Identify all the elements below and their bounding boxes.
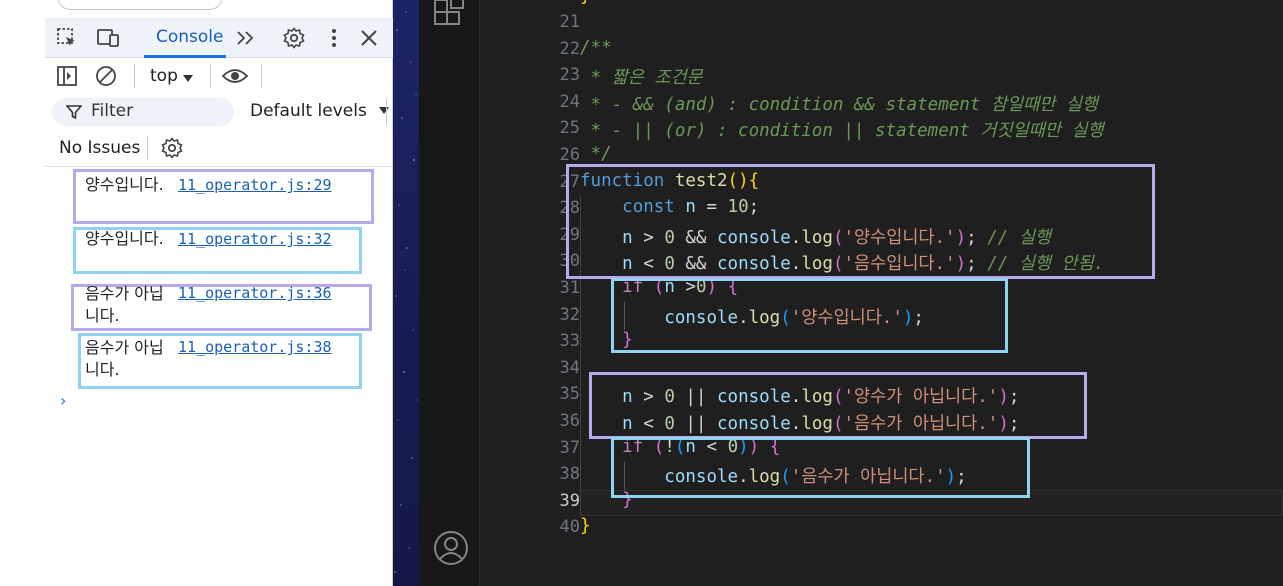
line-number: 37 bbox=[559, 438, 580, 458]
log-source-link[interactable]: 11_operator.js:38 bbox=[178, 338, 332, 356]
inspect-element-icon[interactable] bbox=[56, 27, 78, 49]
divider bbox=[134, 64, 135, 88]
line-number: 24 bbox=[559, 92, 580, 112]
log-source-link[interactable]: 11_operator.js:36 bbox=[178, 284, 332, 302]
code-line-comment[interactable]: /** bbox=[580, 38, 612, 58]
eye-icon[interactable] bbox=[221, 64, 249, 92]
log-message: 양수입니다. bbox=[85, 175, 164, 194]
filter-placeholder: Filter bbox=[91, 101, 134, 121]
chevron-down-icon[interactable] bbox=[182, 69, 194, 88]
clear-console-icon[interactable] bbox=[95, 65, 117, 91]
code-line-comment[interactable]: */ bbox=[580, 144, 612, 164]
code-brace: } bbox=[580, 0, 591, 6]
log-source-link[interactable]: 11_operator.js:32 bbox=[178, 230, 332, 248]
annotation-box-purple bbox=[566, 164, 1155, 279]
divider bbox=[210, 64, 211, 88]
log-message: 양수입니다. bbox=[85, 229, 164, 248]
activity-bar bbox=[419, 0, 480, 586]
divider bbox=[147, 136, 148, 160]
line-number: 40 bbox=[559, 517, 580, 537]
tab-console[interactable]: Console bbox=[156, 27, 224, 47]
divider bbox=[45, 166, 393, 167]
log-message: 음수가 아닙니다. bbox=[85, 338, 164, 379]
console-toolbar: top bbox=[45, 58, 393, 94]
code-line-comment[interactable]: * 짧은 조건문 bbox=[580, 64, 703, 89]
more-options-icon[interactable] bbox=[323, 27, 345, 49]
line-number: 25 bbox=[559, 118, 580, 138]
line-number: 35 bbox=[559, 384, 580, 404]
extensions-icon[interactable] bbox=[433, 0, 467, 32]
code-line[interactable]: } bbox=[580, 516, 591, 536]
line-number: 22 bbox=[559, 39, 580, 59]
console-prompt[interactable]: › bbox=[60, 391, 66, 410]
issues-counter[interactable]: No Issues bbox=[59, 138, 140, 158]
line-number: 23 bbox=[559, 65, 580, 85]
account-icon[interactable] bbox=[433, 530, 469, 570]
annotation-box-blue bbox=[611, 278, 1008, 353]
line-number: 38 bbox=[559, 464, 580, 484]
address-pill bbox=[58, 0, 222, 10]
code-editor: 21 22 23 24 25 26 27 28 29 30 31 32 33 3… bbox=[419, 0, 1283, 586]
devtools-panel: Console top Filter Default levels No Iss… bbox=[0, 0, 393, 586]
devtools-tabbar: Console bbox=[45, 18, 393, 58]
code-line-comment[interactable]: * - && (and) : condition && statement 참일… bbox=[580, 91, 1099, 116]
close-icon[interactable] bbox=[358, 27, 380, 49]
divider bbox=[261, 64, 262, 88]
log-levels-label: Default levels bbox=[250, 101, 367, 121]
line-number: 33 bbox=[559, 331, 580, 351]
line-number: 26 bbox=[559, 145, 580, 165]
line-number: 34 bbox=[559, 358, 580, 378]
line-number: 31 bbox=[559, 278, 580, 298]
code-line-comment[interactable]: * - || (or) : condition || statement 거짓일… bbox=[580, 117, 1104, 142]
desktop-background-strip bbox=[393, 0, 419, 586]
annotation-box-blue bbox=[611, 437, 1030, 498]
line-number: 32 bbox=[559, 305, 580, 325]
more-tabs-icon[interactable] bbox=[235, 27, 257, 49]
line-number-active: 39 bbox=[559, 491, 580, 511]
annotation-box-purple bbox=[589, 372, 1087, 439]
line-number: 36 bbox=[559, 411, 580, 431]
settings-gear-icon[interactable] bbox=[283, 27, 305, 49]
line-number: 21 bbox=[559, 12, 580, 32]
device-toolbar-icon[interactable] bbox=[96, 27, 119, 49]
log-levels-dropdown[interactable]: Default levels bbox=[250, 101, 390, 121]
line-number-gutter: 21 22 23 24 25 26 27 28 29 30 31 32 33 3… bbox=[480, 0, 580, 586]
log-message: 음수가 아닙니다. bbox=[85, 284, 164, 325]
context-selector[interactable]: top bbox=[150, 66, 178, 86]
log-source-link[interactable]: 11_operator.js:29 bbox=[178, 176, 332, 194]
filter-input[interactable]: Filter bbox=[52, 98, 234, 126]
code-line[interactable]: } bbox=[580, 0, 591, 6]
divider bbox=[386, 99, 387, 125]
filter-icon bbox=[65, 104, 83, 124]
console-settings-gear-icon[interactable] bbox=[161, 137, 183, 163]
sidebar-toggle-icon[interactable] bbox=[56, 65, 78, 91]
